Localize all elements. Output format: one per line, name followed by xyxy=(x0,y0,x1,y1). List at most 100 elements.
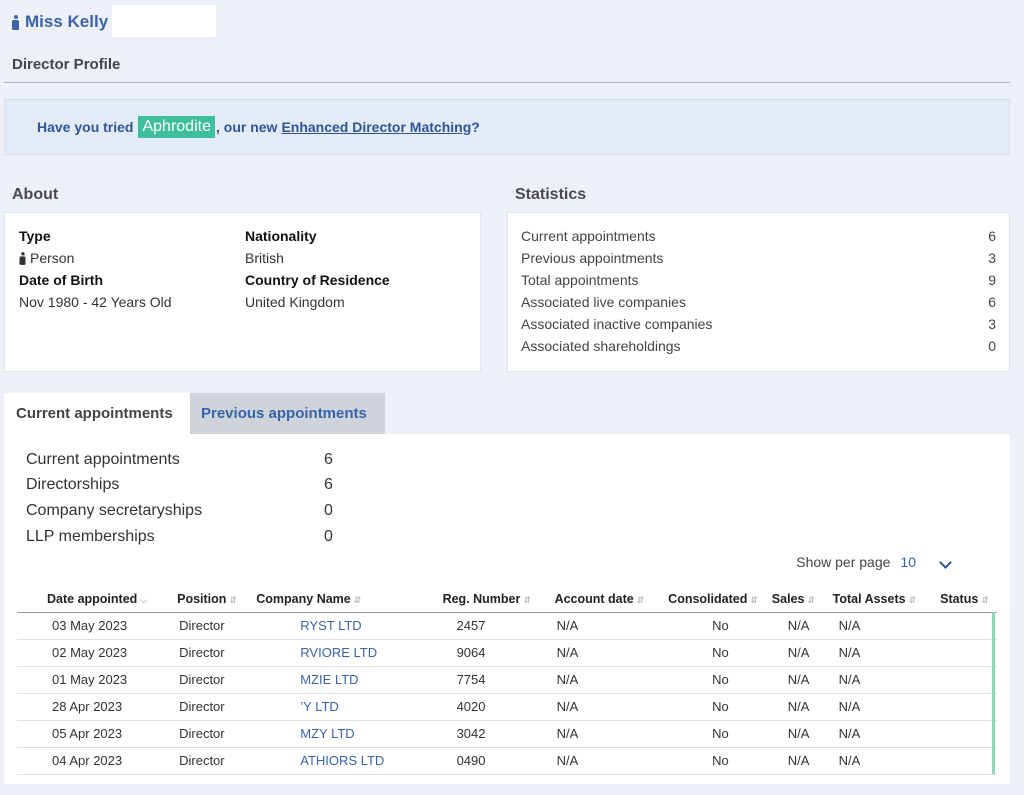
cell-consolidated: No xyxy=(652,693,768,721)
status-indicator-bar xyxy=(992,612,995,774)
summary-row: LLP memberships 0 xyxy=(26,525,333,549)
cell-reg: 9064 xyxy=(418,639,537,667)
type-value: Person xyxy=(19,247,259,269)
company-link[interactable]: MZIE LTD xyxy=(300,672,358,687)
residence-value: United Kingdom xyxy=(245,294,345,310)
col-account-date[interactable]: Account date ⇵ xyxy=(536,586,653,613)
table-header-row: Date appointed ⌵ Position ⇵ Company Name ⇵ … xyxy=(17,586,997,613)
cell-date: 02 May 2023 xyxy=(17,639,170,667)
col-date-appointed[interactable]: Date appointed ⌵ xyxy=(17,586,170,613)
summary-label: LLP memberships xyxy=(26,528,155,545)
stat-value: 3 xyxy=(988,316,996,332)
company-link[interactable]: RYST LTD xyxy=(300,618,361,633)
stat-row: Current appointments 6 xyxy=(521,225,996,247)
person-icon xyxy=(19,251,26,265)
cell-consolidated: No xyxy=(652,720,768,748)
company-link[interactable]: MZY LTD xyxy=(300,726,354,741)
redacted-name-box xyxy=(112,5,216,37)
cell-reg: 3042 xyxy=(418,720,537,748)
director-name: Miss Kelly xyxy=(25,12,109,31)
sort-icon: ⇵ xyxy=(636,594,645,605)
sort-icon: ⇵ xyxy=(807,594,815,605)
per-page-select[interactable]: 10 xyxy=(900,554,916,570)
cell-status xyxy=(936,639,997,667)
sort-desc-icon: ⌵ xyxy=(140,594,148,605)
type-value-text: Person xyxy=(30,250,75,266)
table-row[interactable]: 28 Apr 2023 Director ’Y LTD 4020 N/A No … xyxy=(17,693,997,721)
cell-company: RVIORE LTD xyxy=(252,639,419,667)
col-consolidated[interactable]: Consolidated ⇵ xyxy=(652,586,768,613)
promo-middle: , our new xyxy=(215,119,278,135)
summary-value: 0 xyxy=(324,528,333,545)
sort-icon: ⇵ xyxy=(908,594,917,605)
sort-icon: ⇵ xyxy=(523,594,531,605)
type-label: Type xyxy=(19,228,51,244)
title-divider xyxy=(4,82,1010,83)
col-sales[interactable]: Sales ⇵ xyxy=(767,586,829,613)
table-row[interactable]: 04 Apr 2023 Director ATHIORS LTD 0490 N/… xyxy=(17,747,997,775)
cell-status xyxy=(936,666,997,694)
cell-status xyxy=(936,693,997,721)
cell-position: Director xyxy=(169,612,253,640)
cell-account-date: N/A xyxy=(536,666,653,694)
cell-account-date: N/A xyxy=(536,612,653,640)
company-link[interactable]: ’Y LTD xyxy=(300,699,339,714)
cell-consolidated: No xyxy=(652,612,768,640)
stat-label: Current appointments xyxy=(521,228,656,244)
about-title: About xyxy=(12,186,59,203)
company-link[interactable]: RVIORE LTD xyxy=(300,645,377,660)
summary-value: 6 xyxy=(324,476,333,493)
cell-company: RYST LTD xyxy=(252,612,419,640)
cell-position: Director xyxy=(169,720,253,748)
table-row[interactable]: 03 May 2023 Director RYST LTD 2457 N/A N… xyxy=(17,612,997,640)
cell-reg: 4020 xyxy=(418,693,537,721)
aphrodite-brand: Aphrodite xyxy=(138,116,215,138)
table-row[interactable]: 02 May 2023 Director RVIORE LTD 9064 N/A… xyxy=(17,639,997,667)
col-company-name[interactable]: Company Name ⇵ xyxy=(252,586,419,613)
cell-sales: N/A xyxy=(767,747,829,775)
stat-value: 6 xyxy=(988,228,996,244)
cell-position: Director xyxy=(169,666,253,694)
tab-previous-appointments[interactable]: Previous appointments xyxy=(190,393,385,434)
cell-company: MZY LTD xyxy=(252,720,419,748)
stat-label: Associated live companies xyxy=(521,294,686,310)
stat-label: Total appointments xyxy=(521,272,639,288)
cell-account-date: N/A xyxy=(536,639,653,667)
enhanced-director-matching-link[interactable]: Enhanced Director Matching xyxy=(281,119,471,135)
cell-total-assets: N/A xyxy=(828,720,937,748)
tab-current-appointments[interactable]: Current appointments xyxy=(4,393,190,434)
cell-total-assets: N/A xyxy=(828,612,937,640)
promo-banner: Have you tried Aphrodite , our new Enhan… xyxy=(4,99,1010,155)
page-title: Director Profile xyxy=(12,56,121,73)
cell-date: 04 Apr 2023 xyxy=(17,747,170,775)
stat-row: Associated shareholdings 0 xyxy=(521,335,996,357)
summary-row: Directorships 6 xyxy=(26,473,333,497)
residence-label: Country of Residence xyxy=(245,272,390,288)
appointments-table: Date appointed ⌵ Position ⇵ Company Name ⇵ … xyxy=(17,586,997,775)
col-status[interactable]: Status ⇵ xyxy=(936,586,997,613)
col-position[interactable]: Position ⇵ xyxy=(169,586,253,613)
cell-company: ’Y LTD xyxy=(252,693,419,721)
cell-consolidated: No xyxy=(652,666,768,694)
cell-company: MZIE LTD xyxy=(252,666,419,694)
cell-total-assets: N/A xyxy=(828,666,937,694)
chevron-down-icon[interactable] xyxy=(939,556,952,569)
col-reg-number[interactable]: Reg. Number ⇵ xyxy=(418,586,537,613)
stat-row: Associated live companies 6 xyxy=(521,291,996,313)
cell-consolidated: No xyxy=(652,747,768,775)
promo-prefix: Have you tried xyxy=(37,119,134,135)
table-row[interactable]: 01 May 2023 Director MZIE LTD 7754 N/A N… xyxy=(17,666,997,694)
cell-status xyxy=(936,720,997,748)
company-link[interactable]: ATHIORS LTD xyxy=(300,753,384,768)
stat-row: Previous appointments 3 xyxy=(521,247,996,269)
col-total-assets[interactable]: Total Assets ⇵ xyxy=(828,586,937,613)
stat-label: Associated shareholdings xyxy=(521,338,681,354)
cell-reg: 2457 xyxy=(418,612,537,640)
stat-value: 9 xyxy=(988,272,996,288)
cell-account-date: N/A xyxy=(536,693,653,721)
table-row[interactable]: 05 Apr 2023 Director MZY LTD 3042 N/A No… xyxy=(17,720,997,748)
summary-label: Directorships xyxy=(26,476,120,493)
sort-icon: ⇵ xyxy=(981,594,989,605)
cell-position: Director xyxy=(169,747,253,775)
cell-date: 01 May 2023 xyxy=(17,666,170,694)
